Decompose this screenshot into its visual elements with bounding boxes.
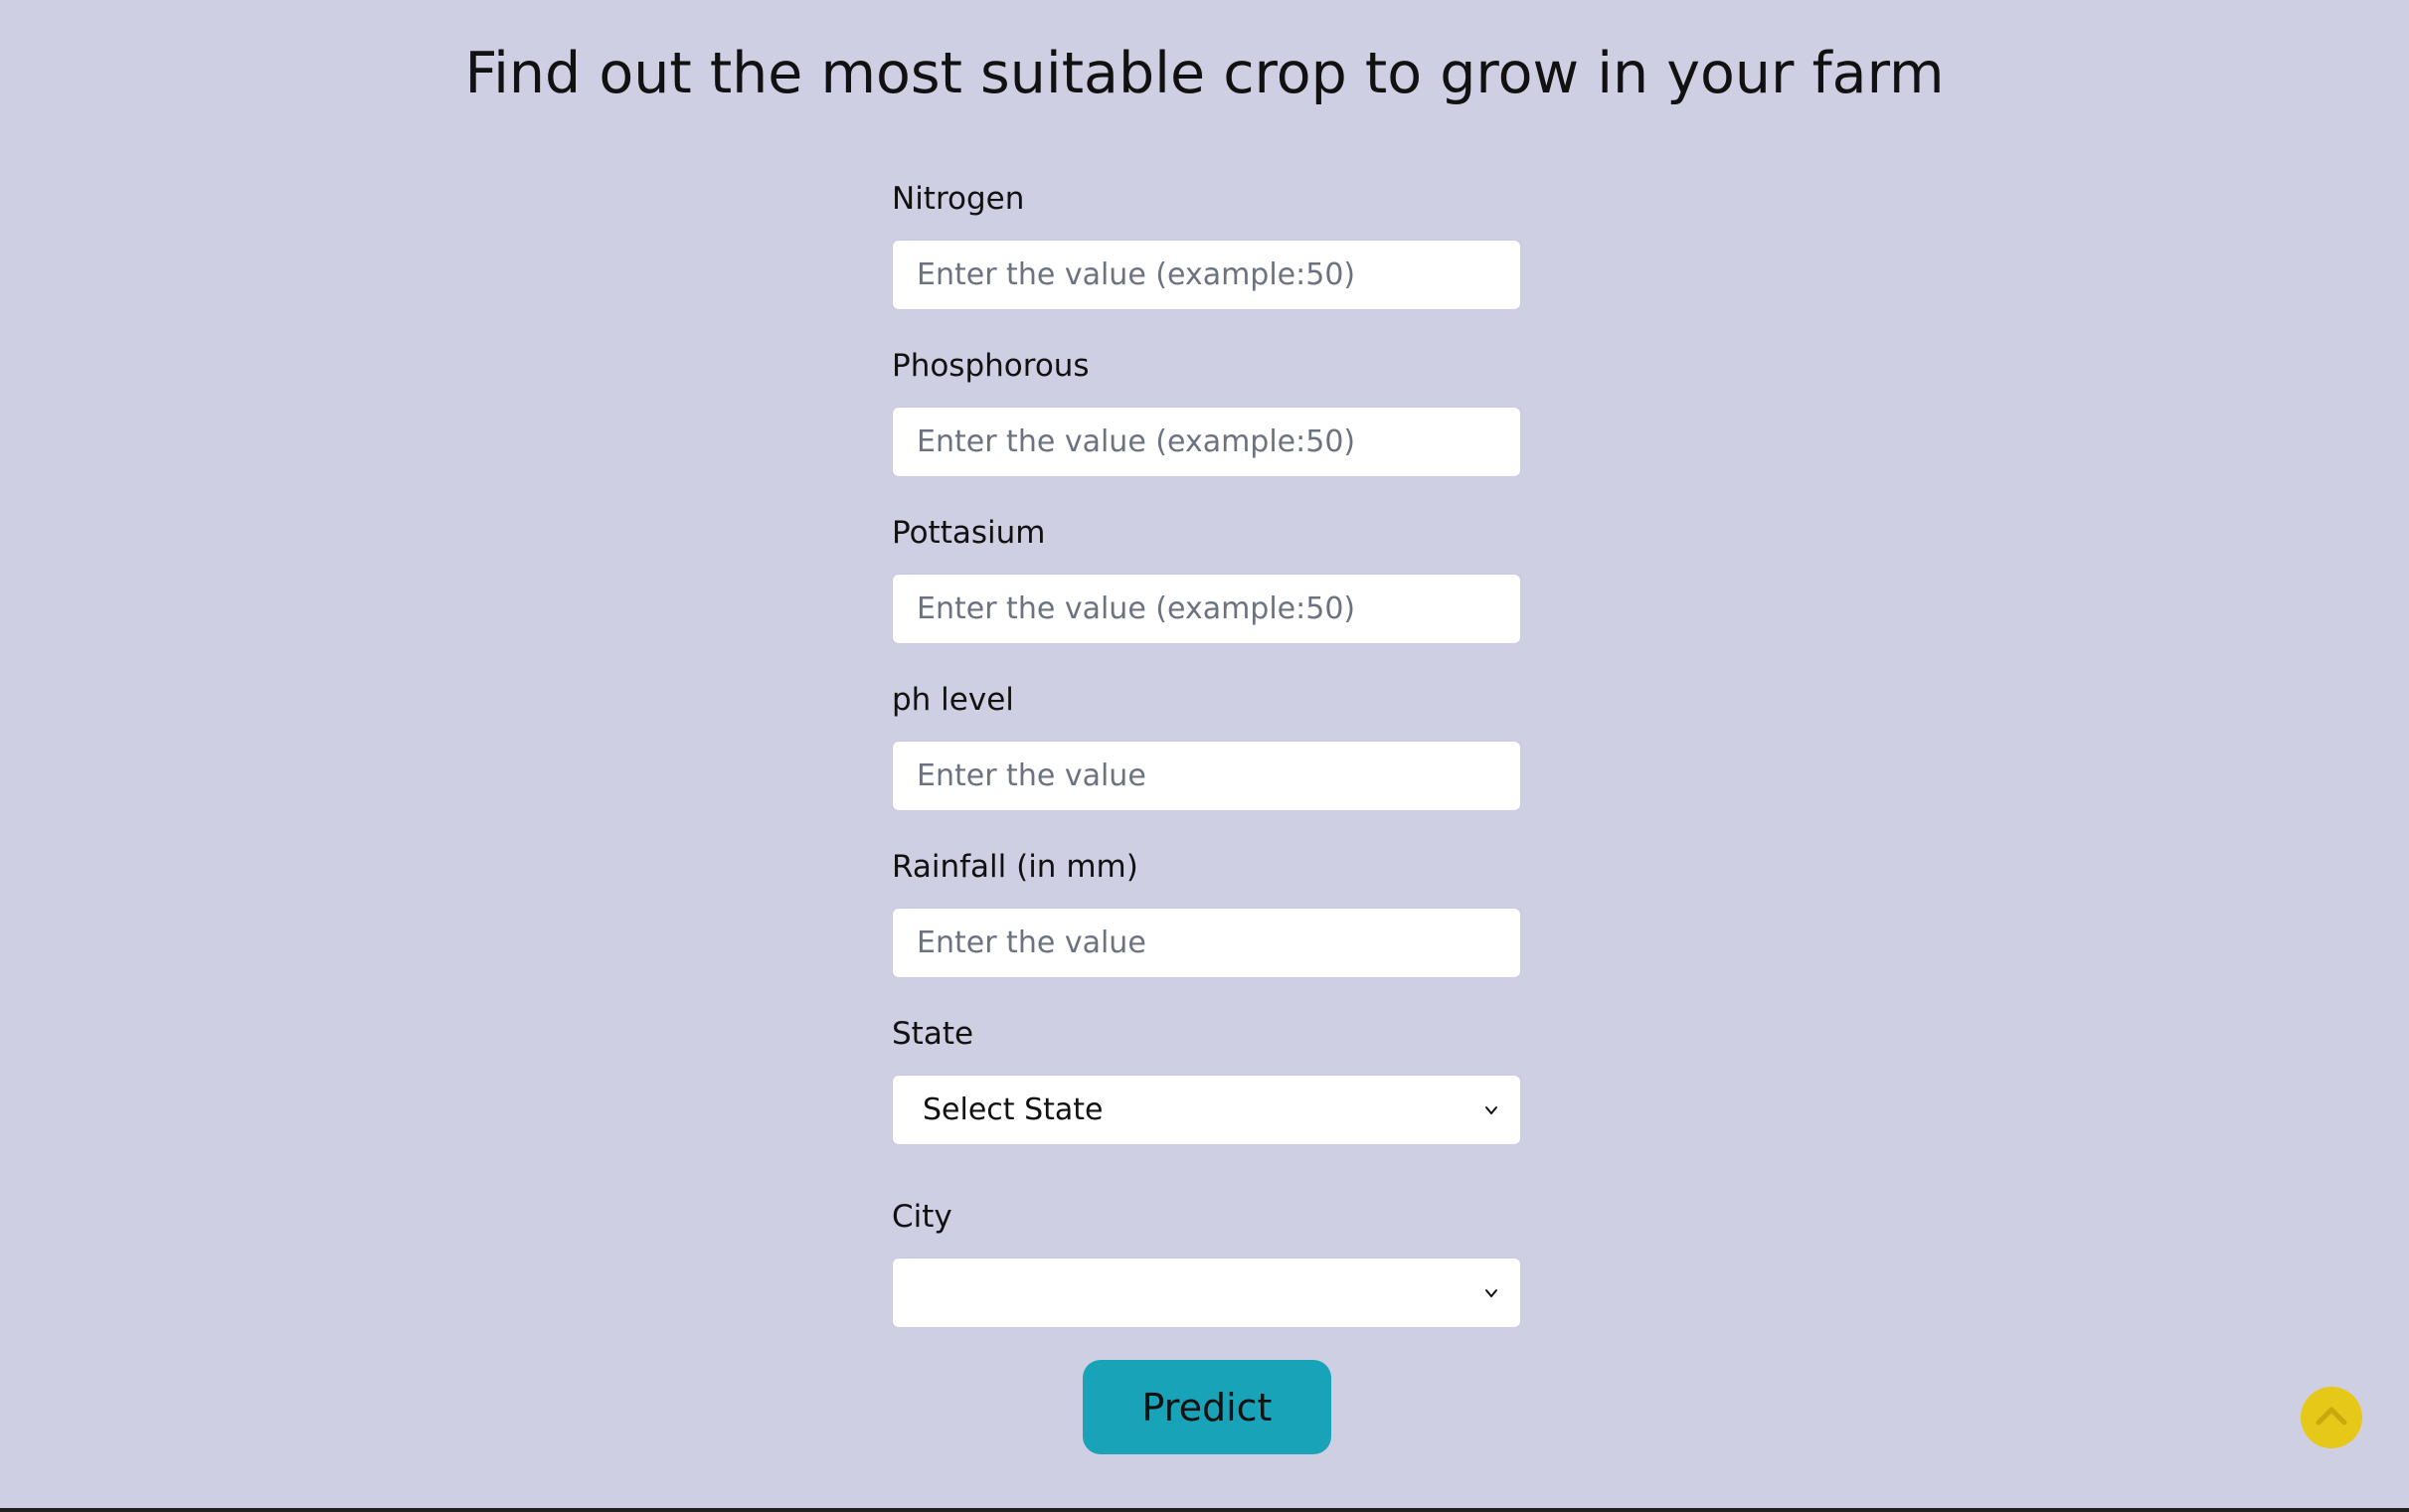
phosphorous-label: Phosphorous <box>892 348 1090 384</box>
nitrogen-label: Nitrogen <box>892 181 1025 217</box>
chevron-down-icon <box>1485 1106 1497 1114</box>
city-select[interactable] <box>892 1258 1521 1328</box>
rainfall-input[interactable] <box>892 908 1521 978</box>
state-select-value: Select State <box>923 1092 1104 1127</box>
bottom-divider <box>0 1508 2409 1512</box>
ph-level-input[interactable] <box>892 741 1521 811</box>
chevron-up-icon <box>2316 1407 2347 1426</box>
chevron-down-icon <box>1485 1289 1497 1297</box>
ph-level-label: ph level <box>892 682 1014 718</box>
nitrogen-input[interactable] <box>892 240 1521 310</box>
city-label: City <box>892 1199 952 1235</box>
phosphorous-input[interactable] <box>892 407 1521 477</box>
pottasium-input[interactable] <box>892 574 1521 644</box>
rainfall-label: Rainfall (in mm) <box>892 849 1138 885</box>
pottasium-label: Pottasium <box>892 515 1046 551</box>
page-title: Find out the most suitable crop to grow … <box>464 41 1945 106</box>
state-select[interactable]: Select State <box>892 1075 1521 1145</box>
predict-button[interactable]: Predict <box>1083 1360 1331 1454</box>
scroll-to-top-button[interactable] <box>2301 1387 2362 1448</box>
state-label: State <box>892 1016 974 1052</box>
